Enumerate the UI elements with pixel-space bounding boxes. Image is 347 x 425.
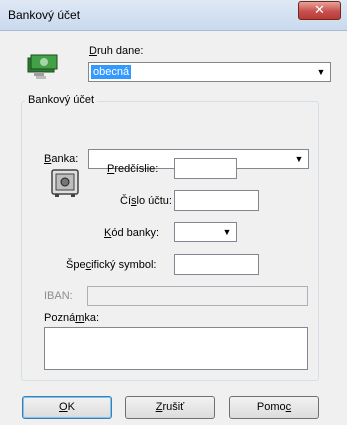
specificky-symbol-label: Špecifický symbol:: [66, 259, 157, 271]
banka-value: [91, 152, 95, 166]
cancel-button[interactable]: Zrušiť: [125, 396, 215, 419]
group-title: Bankový účet: [25, 94, 98, 106]
poznamka-textarea[interactable]: [44, 327, 308, 370]
predcislie-label: Predčíslie:: [107, 163, 159, 175]
druh-dane-value: obecná: [91, 65, 132, 79]
close-button[interactable]: ✕: [298, 1, 341, 20]
chevron-down-icon[interactable]: ▼: [219, 224, 235, 240]
druh-dane-label: Druh dane:: [89, 45, 144, 57]
banka-label: Banka:: [44, 153, 79, 165]
money-notes-icon: [26, 50, 60, 80]
kod-banky-label: Kód banky:: [104, 227, 160, 239]
kod-banky-select[interactable]: ▼: [174, 222, 237, 242]
help-button[interactable]: Pomoc: [229, 396, 319, 419]
iban-input: [87, 286, 308, 306]
predcislie-input[interactable]: [174, 158, 237, 179]
safe-icon: [50, 168, 80, 198]
iban-label: IBAN:: [44, 290, 73, 302]
poznamka-label: Poznámka:: [44, 312, 100, 324]
kod-banky-value: [177, 225, 181, 239]
specificky-symbol-input[interactable]: [174, 254, 259, 275]
chevron-down-icon[interactable]: ▼: [313, 64, 329, 80]
druh-dane-select[interactable]: obecná ▼: [88, 62, 331, 82]
ok-button[interactable]: OK: [22, 396, 112, 419]
cislo-uctu-label: Číslo účtu:: [120, 195, 172, 207]
cislo-uctu-input[interactable]: [174, 190, 259, 211]
chevron-down-icon[interactable]: ▼: [291, 151, 307, 167]
window-title: Bankový účet: [8, 8, 81, 22]
